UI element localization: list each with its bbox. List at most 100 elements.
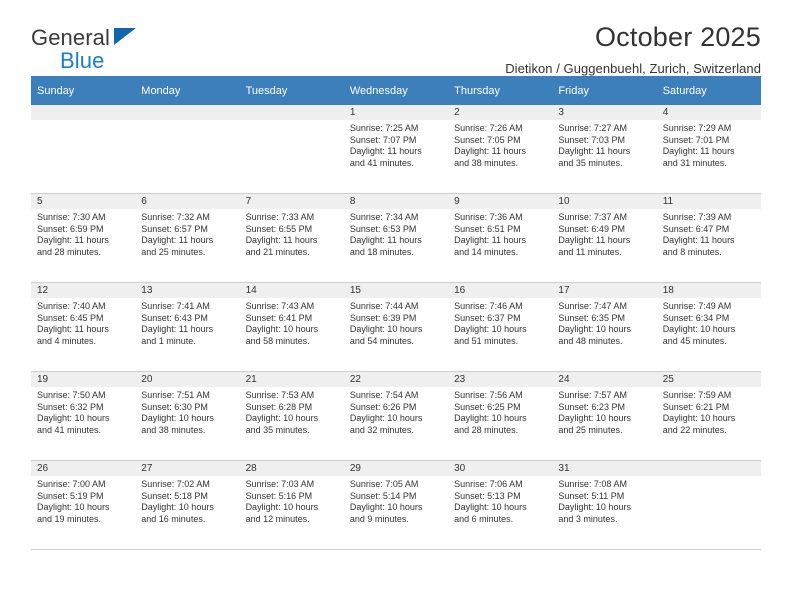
sun-info: Sunrise: 7:34 AM Sunset: 6:53 PM Daylight:…: [344, 209, 448, 258]
daylight-text-line2: and 21 minutes.: [245, 246, 310, 257]
sunset-text: Sunset: 6:49 PM: [558, 223, 625, 234]
calendar-cell-day-22[interactable]: 22 Sunrise: 7:54 AM Sunset: 6:26 PM Dayligh…: [343, 372, 449, 461]
calendar-cell-day-3[interactable]: 3 Sunrise: 7:27 AM Sunset: 7:03 PM Daylight…: [552, 105, 657, 194]
day-number: 12: [31, 283, 136, 298]
calendar-cell-day-16[interactable]: 16 Sunrise: 7:46 AM Sunset: 6:37 PM Dayligh…: [448, 283, 553, 372]
calendar-cell-day-19[interactable]: 19 Sunrise: 7:50 AM Sunset: 6:32 PM Dayligh…: [31, 372, 136, 461]
sun-info: Sunrise: 7:57 AM Sunset: 6:23 PM Daylight:…: [552, 387, 656, 436]
calendar-cell-day-17[interactable]: 17 Sunrise: 7:47 AM Sunset: 6:35 PM Dayligh…: [552, 283, 657, 372]
calendar-cell-day-18[interactable]: 18 Sunrise: 7:49 AM Sunset: 6:34 PM Dayligh…: [656, 283, 761, 372]
day-number: 22: [343, 372, 449, 387]
daylight-text-line1: Daylight: 10 hours: [558, 324, 631, 335]
cell-inner: 31 Sunrise: 7:08 AM Sunset: 5:11 PM Dayligh…: [552, 461, 657, 550]
calendar-cell-day-30[interactable]: 30 Sunrise: 7:06 AM Sunset: 5:13 PM Dayligh…: [448, 461, 553, 550]
sun-info: Sunrise: 7:00 AM Sunset: 5:19 PM Daylight:…: [31, 476, 135, 525]
cell-inner: 22 Sunrise: 7:54 AM Sunset: 6:26 PM Dayligh…: [343, 372, 449, 461]
daylight-text-line2: and 38 minutes.: [454, 157, 519, 168]
cell-inner: 25 Sunrise: 7:59 AM Sunset: 6:21 PM Dayligh…: [656, 372, 761, 461]
cell-inner: 23 Sunrise: 7:56 AM Sunset: 6:25 PM Dayligh…: [448, 372, 553, 461]
sunrise-text: Sunrise: 7:37 AM: [558, 212, 627, 222]
daylight-text-line2: and 45 minutes.: [662, 335, 727, 346]
daylight-text-line2: and 3 minutes.: [558, 513, 618, 524]
sunrise-text: Sunrise: 7:50 AM: [37, 390, 106, 400]
sun-info: Sunrise: 7:56 AM Sunset: 6:25 PM Daylight:…: [448, 387, 552, 436]
calendar-cell-day-7[interactable]: 7 Sunrise: 7:33 AM Sunset: 6:55 PM Daylight…: [239, 194, 344, 283]
sunset-text: Sunset: 7:05 PM: [454, 134, 521, 145]
sunrise-text: Sunrise: 7:46 AM: [454, 301, 523, 311]
sunrise-text: Sunrise: 7:03 AM: [245, 479, 315, 489]
daylight-text-line2: and 35 minutes.: [245, 424, 310, 435]
sunset-text: Sunset: 5:16 PM: [245, 490, 313, 501]
daylight-text-line1: Daylight: 10 hours: [454, 413, 527, 424]
sunrise-text: Sunrise: 7:05 AM: [349, 479, 419, 489]
daylight-text-line2: and 58 minutes.: [245, 335, 310, 346]
calendar-cell-day-23[interactable]: 23 Sunrise: 7:56 AM Sunset: 6:25 PM Dayligh…: [448, 372, 553, 461]
calendar-cell-day-14[interactable]: 14 Sunrise: 7:43 AM Sunset: 6:41 PM Dayligh…: [239, 283, 344, 372]
sun-info: Sunrise: 7:39 AM Sunset: 6:47 PM Daylight:…: [657, 209, 761, 258]
calendar-cell-day-28[interactable]: 28 Sunrise: 7:03 AM Sunset: 5:16 PM Dayligh…: [239, 461, 344, 550]
daylight-text-line2: and 11 minutes.: [558, 246, 622, 257]
sunset-text: Sunset: 6:21 PM: [662, 401, 730, 412]
cell-inner: 18 Sunrise: 7:49 AM Sunset: 6:34 PM Dayligh…: [656, 283, 761, 372]
calendar-cell-day-25[interactable]: 25 Sunrise: 7:59 AM Sunset: 6:21 PM Dayligh…: [656, 372, 761, 461]
daylight-text-line2: and 1 minute.: [141, 335, 196, 346]
sunrise-text: Sunrise: 7:33 AM: [245, 212, 315, 222]
day-number: 11: [656, 194, 761, 209]
cell-inner: 3 Sunrise: 7:27 AM Sunset: 7:03 PM Daylight…: [552, 105, 657, 194]
calendar-cell-day-13[interactable]: 13 Sunrise: 7:41 AM Sunset: 6:43 PM Dayligh…: [135, 283, 240, 372]
cell-inner: 30 Sunrise: 7:06 AM Sunset: 5:13 PM Dayligh…: [448, 461, 553, 550]
calendar-cell-day-24[interactable]: 24 Sunrise: 7:57 AM Sunset: 6:23 PM Dayligh…: [552, 372, 657, 461]
sunset-text: Sunset: 6:30 PM: [141, 401, 208, 412]
daylight-text-line1: Daylight: 10 hours: [662, 413, 736, 424]
daylight-text-line1: Daylight: 10 hours: [141, 413, 214, 424]
weekday-header-monday: Monday: [135, 76, 240, 105]
day-number: 18: [656, 283, 761, 298]
cell-inner: 8 Sunrise: 7:34 AM Sunset: 6:53 PM Daylight…: [343, 194, 449, 283]
generalblue-logo[interactable]: General Blue: [31, 22, 181, 72]
calendar-cell-day-2[interactable]: 2 Sunrise: 7:26 AM Sunset: 7:05 PM Daylight…: [448, 105, 553, 194]
weekday-header-wednesday: Wednesday: [343, 76, 449, 105]
sunset-text: Sunset: 7:03 PM: [558, 134, 625, 145]
daylight-text-line2: and 8 minutes.: [662, 246, 722, 257]
calendar-cell-day-6[interactable]: 6 Sunrise: 7:32 AM Sunset: 6:57 PM Daylight…: [135, 194, 240, 283]
sun-info: Sunrise: 7:06 AM Sunset: 5:13 PM Daylight:…: [448, 476, 552, 525]
sunset-text: Sunset: 6:39 PM: [349, 312, 417, 323]
sun-info: Sunrise: 7:46 AM Sunset: 6:37 PM Daylight:…: [448, 298, 552, 347]
calendar-cell-day-20[interactable]: 20 Sunrise: 7:51 AM Sunset: 6:30 PM Dayligh…: [135, 372, 240, 461]
daylight-text-line2: and 6 minutes.: [454, 513, 514, 524]
sunrise-text: Sunrise: 7:41 AM: [141, 301, 210, 311]
day-number: 23: [448, 372, 553, 387]
page-header: General Blue October 2025 Dietikon / Gug…: [31, 0, 761, 76]
sunrise-text: Sunrise: 7:27 AM: [558, 123, 627, 133]
day-number: 24: [552, 372, 657, 387]
calendar-cell-day-29[interactable]: 29 Sunrise: 7:05 AM Sunset: 5:14 PM Dayligh…: [343, 461, 449, 550]
calendar-cell-day-12[interactable]: 12 Sunrise: 7:40 AM Sunset: 6:45 PM Dayligh…: [31, 283, 136, 372]
day-number: 16: [448, 283, 553, 298]
day-number: 5: [31, 194, 136, 209]
weekday-header-thursday: Thursday: [448, 76, 553, 105]
sun-info: Sunrise: 7:27 AM Sunset: 7:03 PM Daylight:…: [552, 120, 656, 169]
calendar-week-row: 5 Sunrise: 7:30 AM Sunset: 6:59 PM Daylight…: [31, 194, 761, 283]
weekday-header-friday: Friday: [552, 76, 657, 105]
calendar-cell-day-27[interactable]: 27 Sunrise: 7:02 AM Sunset: 5:18 PM Dayligh…: [135, 461, 240, 550]
calendar-cell-day-4[interactable]: 4 Sunrise: 7:29 AM Sunset: 7:01 PM Daylight…: [656, 105, 761, 194]
calendar-cell-day-21[interactable]: 21 Sunrise: 7:53 AM Sunset: 6:28 PM Dayligh…: [239, 372, 344, 461]
calendar-cell-day-31[interactable]: 31 Sunrise: 7:08 AM Sunset: 5:11 PM Dayligh…: [552, 461, 657, 550]
calendar-cell-day-8[interactable]: 8 Sunrise: 7:34 AM Sunset: 6:53 PM Daylight…: [343, 194, 449, 283]
calendar-cell-day-26[interactable]: 26 Sunrise: 7:00 AM Sunset: 5:19 PM Dayligh…: [31, 461, 136, 550]
calendar-cell-day-10[interactable]: 10 Sunrise: 7:37 AM Sunset: 6:49 PM Dayligh…: [552, 194, 657, 283]
calendar-cell-day-1[interactable]: 1 Sunrise: 7:25 AM Sunset: 7:07 PM Daylight…: [343, 105, 449, 194]
calendar-week-row: 19 Sunrise: 7:50 AM Sunset: 6:32 PM Dayligh…: [31, 372, 761, 461]
cell-inner: 14 Sunrise: 7:43 AM Sunset: 6:41 PM Dayligh…: [239, 283, 344, 372]
daylight-text-line2: and 14 minutes.: [454, 246, 519, 257]
calendar-cell-day-9[interactable]: 9 Sunrise: 7:36 AM Sunset: 6:51 PM Daylight…: [448, 194, 553, 283]
sunrise-text: Sunrise: 7:44 AM: [349, 301, 419, 311]
calendar-cell-day-11[interactable]: 11 Sunrise: 7:39 AM Sunset: 6:47 PM Dayligh…: [656, 194, 761, 283]
calendar-cell-day-15[interactable]: 15 Sunrise: 7:44 AM Sunset: 6:39 PM Dayligh…: [343, 283, 449, 372]
sun-info: Sunrise: 7:05 AM Sunset: 5:14 PM Daylight:…: [344, 476, 448, 525]
daylight-text-line2: and 18 minutes.: [349, 246, 414, 257]
calendar-cell-day-5[interactable]: 5 Sunrise: 7:30 AM Sunset: 6:59 PM Daylight…: [31, 194, 136, 283]
cell-inner: 5 Sunrise: 7:30 AM Sunset: 6:59 PM Daylight…: [31, 194, 136, 283]
sunset-text: Sunset: 5:11 PM: [558, 490, 625, 501]
sunset-text: Sunset: 6:59 PM: [37, 223, 104, 234]
